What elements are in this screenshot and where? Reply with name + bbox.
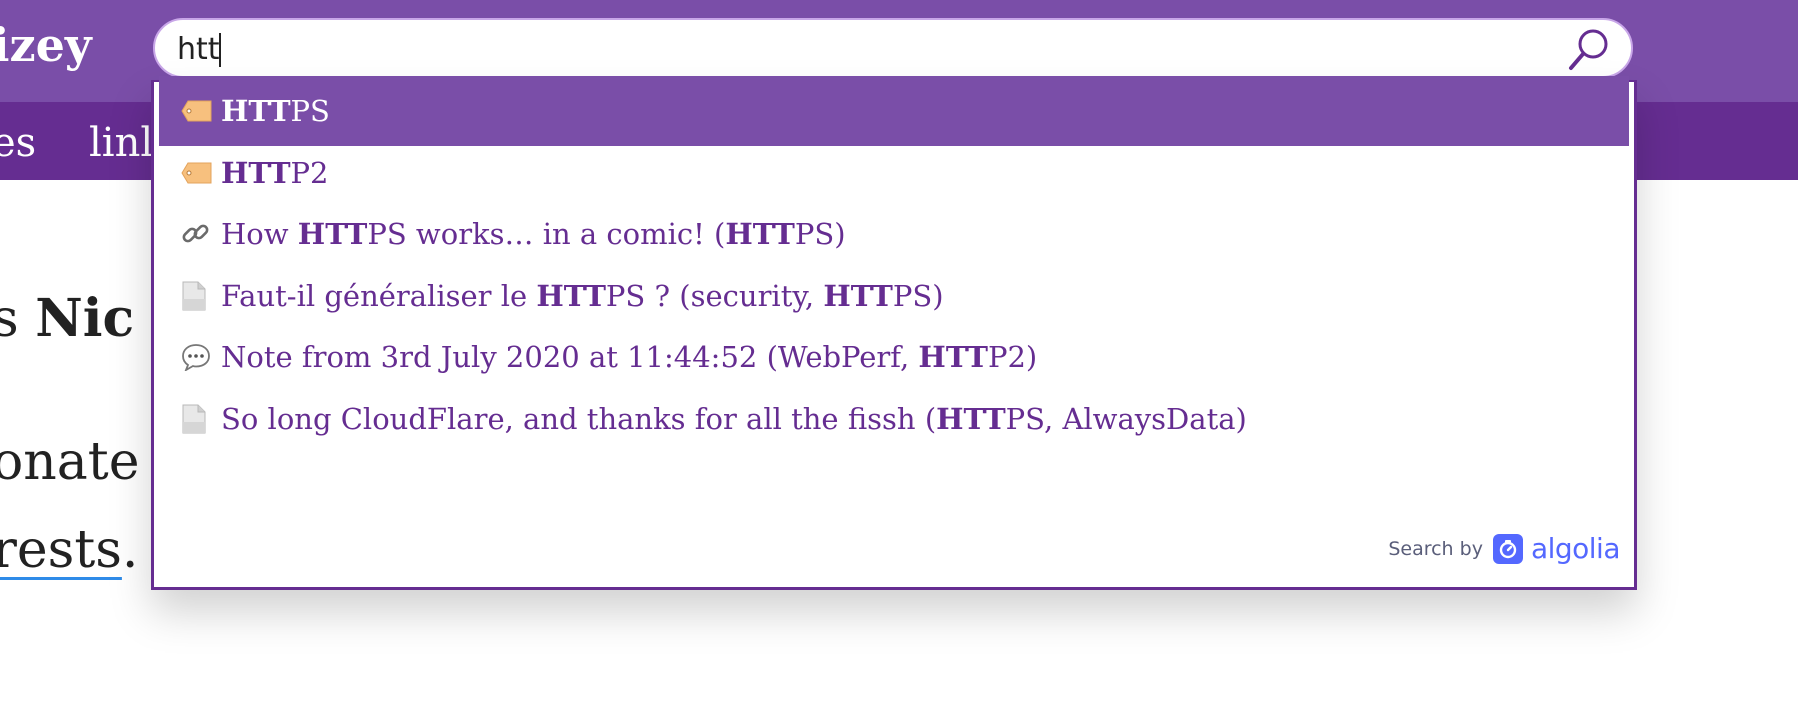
suggestion-item[interactable]: How HTTPS works… in a comic! (HTTPS)	[159, 199, 1629, 269]
suggestion-text: Faut-il généraliser le	[221, 278, 537, 313]
intro-name: Nic	[35, 288, 135, 349]
intro-line-1: s Nic	[0, 288, 135, 349]
document-icon	[181, 279, 215, 313]
search-by-algolia[interactable]: Search by algolia	[1388, 532, 1620, 565]
suggestion-text: Note from 3rd July 2020 at 11:44:52 (Web…	[221, 340, 919, 374]
suggestion-text: PS)	[892, 278, 944, 313]
suggestion-item[interactable]: Note from 3rd July 2020 at 11:44:52 (Web…	[159, 322, 1629, 392]
suggestion-label: HTTPS	[221, 94, 330, 128]
search-box	[153, 18, 1633, 78]
match-highlight: HTT	[918, 340, 988, 374]
tag-icon	[181, 94, 215, 128]
site-logo[interactable]: izey	[0, 18, 92, 72]
match-highlight: HTT	[725, 217, 795, 251]
suggestion-label: So long CloudFlare, and thanks for all t…	[221, 402, 1247, 436]
suggestion-text: PS)	[794, 217, 846, 251]
document-icon	[181, 402, 215, 436]
algolia-icon	[1492, 533, 1523, 564]
suggestion-text: PS ? (security,	[605, 278, 824, 313]
tag-icon	[181, 156, 215, 190]
suggestion-label: HTTP2	[221, 156, 329, 190]
suggestion-label: Note from 3rd July 2020 at 11:44:52 (Web…	[221, 340, 1037, 374]
suggestion-text: PS	[290, 94, 330, 128]
suggestion-text: P2	[290, 155, 329, 190]
match-highlight: HTT	[536, 278, 606, 313]
autocomplete-dropdown: HTTPS HTTP2 How HTTPS works… in a comic! (…	[151, 76, 1637, 590]
search-input[interactable]	[177, 28, 1507, 70]
match-highlight: HTT	[823, 278, 893, 313]
search-button[interactable]	[1567, 26, 1613, 72]
algolia-wordmark: algolia	[1530, 532, 1621, 565]
match-highlight: HTT	[221, 94, 291, 128]
nav-item-1[interactable]: es	[0, 120, 36, 166]
intro-line-2: onate	[0, 432, 140, 492]
search-by-label: Search by	[1388, 537, 1483, 560]
suggestion-text: P2)	[987, 340, 1038, 374]
speech-bubble-icon	[181, 340, 215, 374]
suggestion-item[interactable]: HTTP2	[159, 138, 1629, 208]
intro-line-3: rests.	[0, 520, 138, 580]
suggestion-label: How HTTPS works… in a comic! (HTTPS)	[221, 217, 846, 251]
match-highlight: HTT	[221, 155, 291, 190]
match-highlight: HTT	[936, 401, 1006, 436]
suggestion-text: PS works… in a comic! (	[367, 217, 726, 251]
match-highlight: HTT	[297, 217, 368, 251]
suggestion-item[interactable]: So long CloudFlare, and thanks for all t…	[159, 384, 1629, 454]
suggestion-item[interactable]: Faut-il généraliser le HTTPS ? (security…	[159, 261, 1629, 331]
suggestion-text: How	[221, 217, 298, 251]
nav-item-2[interactable]: linl	[89, 120, 153, 166]
suggestion-label: Faut-il généraliser le HTTPS ? (security…	[221, 279, 944, 313]
search-icon	[1569, 29, 1608, 70]
text-caret	[219, 33, 221, 67]
suggestion-item[interactable]: HTTPS	[159, 76, 1629, 146]
suggestion-text: So long CloudFlare, and thanks for all t…	[221, 401, 937, 436]
link-icon	[181, 217, 215, 251]
suggestion-text: PS, AlwaysData)	[1005, 401, 1247, 436]
interests-link[interactable]: rests	[0, 520, 122, 580]
